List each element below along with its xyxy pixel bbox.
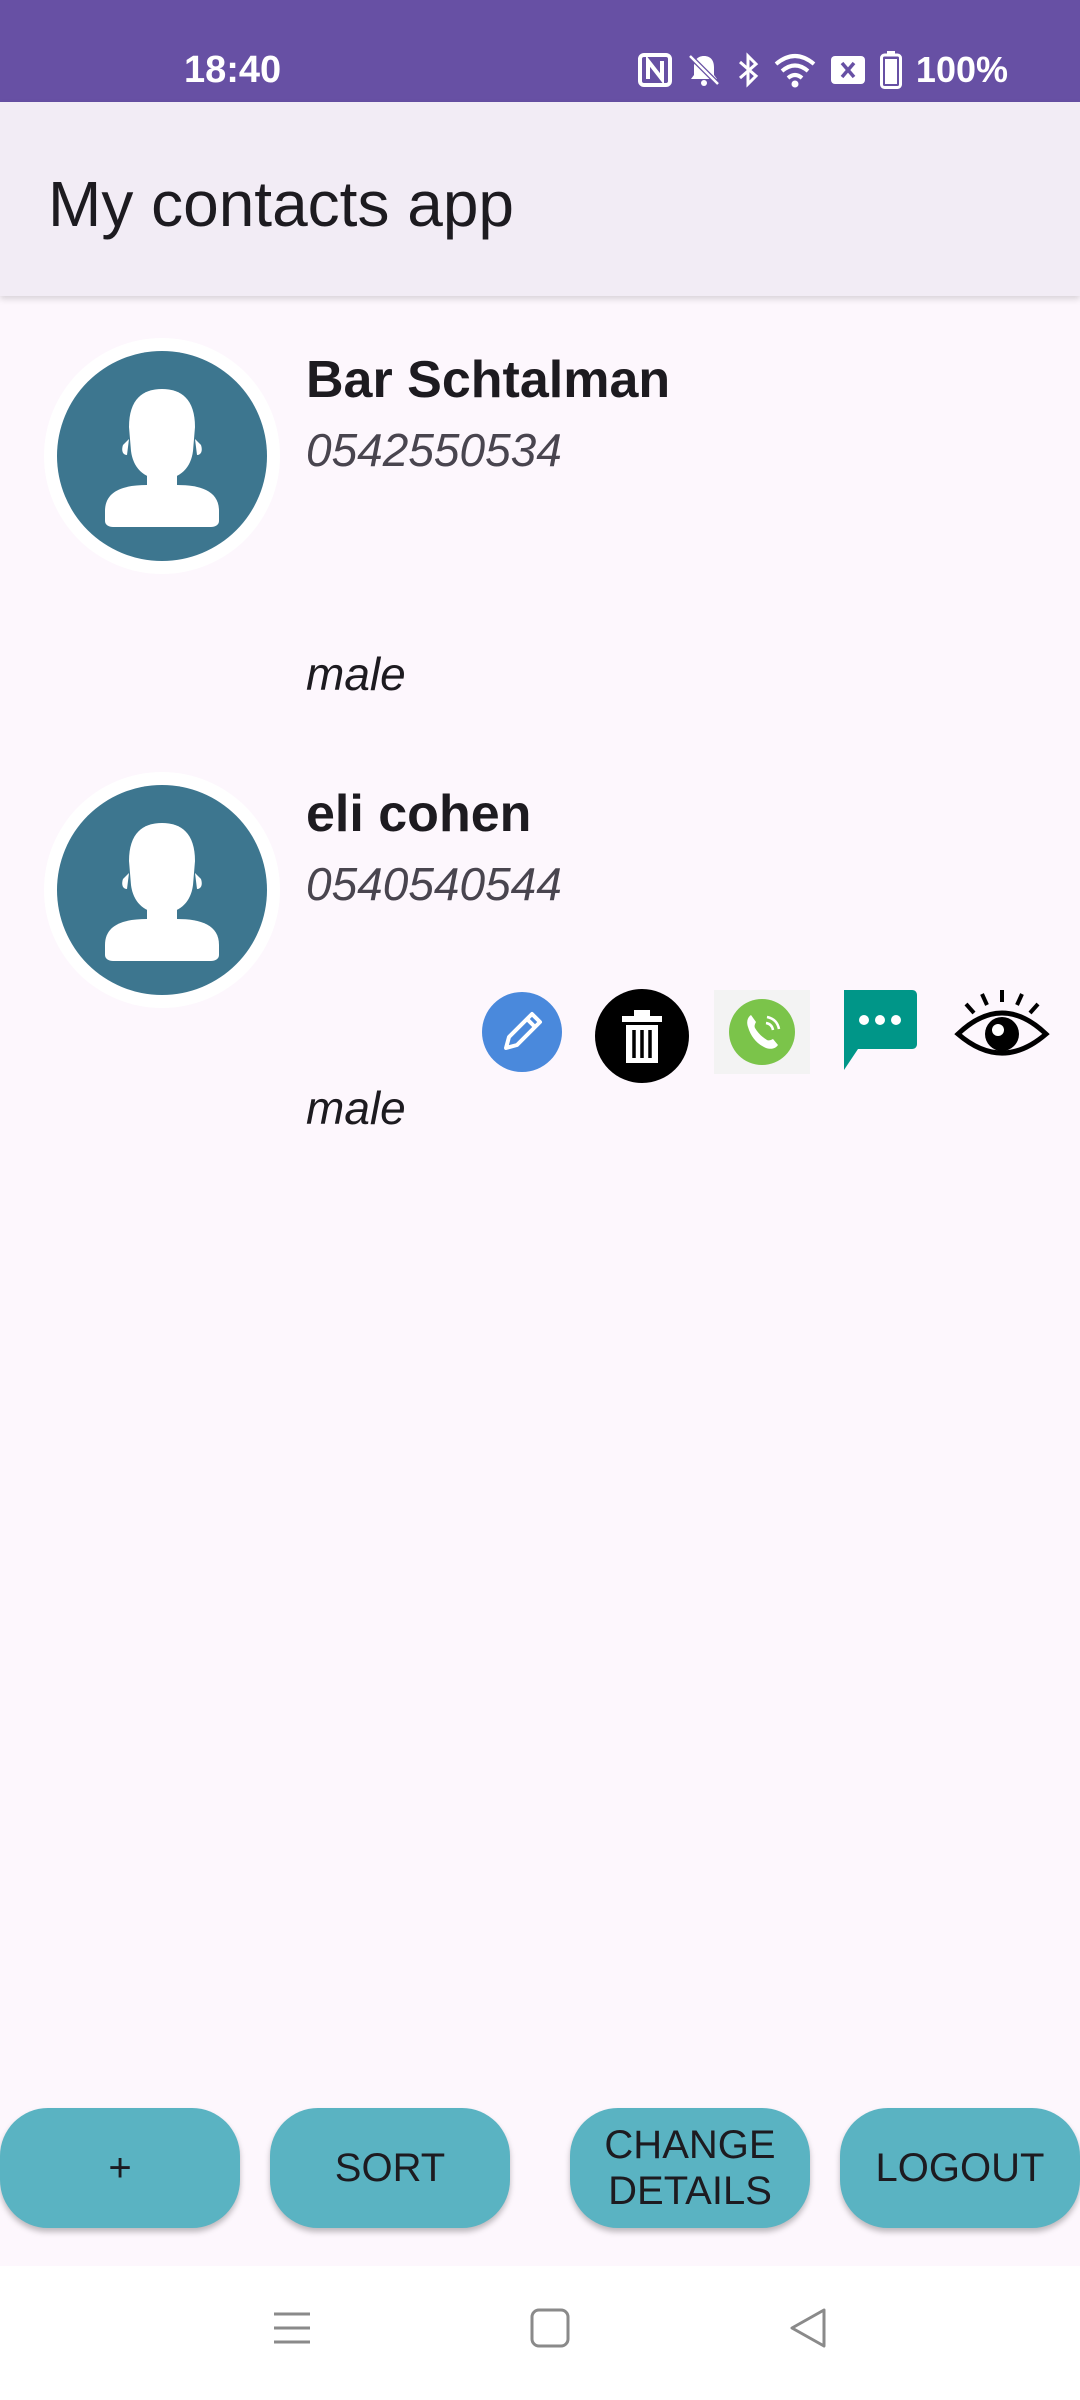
delete-icon <box>595 989 689 1083</box>
contact-avatar[interactable] <box>44 772 280 1008</box>
change-details-label-line1: CHANGE <box>604 2123 776 2167</box>
contact-phone: 0540540544 <box>306 858 562 910</box>
home-button[interactable] <box>528 2306 572 2355</box>
nfc-icon <box>637 53 672 87</box>
status-bar: 18:40 100% <box>0 0 1080 102</box>
back-icon <box>790 2308 826 2348</box>
sim-x-icon <box>830 55 866 85</box>
sort-button[interactable]: SORT <box>270 2108 510 2228</box>
view-icon <box>954 990 1050 1056</box>
delete-button[interactable] <box>594 988 690 1084</box>
change-details-button[interactable]: CHANGE DETAILS <box>570 2108 810 2228</box>
phone-call-icon <box>729 999 795 1065</box>
menu-button[interactable] <box>270 2306 314 2355</box>
back-button[interactable] <box>786 2306 830 2355</box>
contact-item[interactable]: eli cohen 0540540544 male <box>0 730 1080 1164</box>
battery-icon <box>879 51 902 89</box>
person-avatar-icon <box>105 823 219 961</box>
page-title: My contacts app <box>48 168 514 240</box>
home-icon <box>530 2308 570 2348</box>
system-nav-bar <box>0 2266 1080 2400</box>
contact-gender: male <box>306 648 406 700</box>
edit-button[interactable] <box>480 990 564 1074</box>
wifi-icon <box>774 52 816 88</box>
contact-name: Bar Schtalman <box>306 351 671 409</box>
edit-icon <box>482 992 562 1072</box>
app-bar: My contacts app <box>0 102 1080 296</box>
battery-percent: 100% <box>915 49 1008 90</box>
status-icons: 100% <box>637 46 1008 94</box>
contact-gender: male <box>306 1082 406 1134</box>
bottom-button-bar: + SORT CHANGE DETAILS LOGOUT <box>0 2108 1080 2232</box>
logout-button[interactable]: LOGOUT <box>840 2108 1080 2228</box>
add-contact-button[interactable]: + <box>0 2108 240 2228</box>
contact-name: eli cohen <box>306 785 532 843</box>
contact-item[interactable]: Bar Schtalman 0542550534 male <box>0 296 1080 730</box>
view-button[interactable] <box>954 986 1050 1076</box>
call-button[interactable] <box>714 990 810 1074</box>
menu-icon <box>274 2312 310 2344</box>
bluetooth-icon <box>736 52 760 88</box>
contact-avatar[interactable] <box>44 338 280 574</box>
person-avatar-icon <box>105 389 219 527</box>
bell-off-icon <box>686 52 722 88</box>
change-details-label-line2: DETAILS <box>608 2169 772 2213</box>
status-time: 18:40 <box>184 49 282 91</box>
message-button[interactable] <box>840 988 920 1074</box>
contact-phone: 0542550534 <box>306 424 562 476</box>
message-icon <box>844 990 917 1070</box>
